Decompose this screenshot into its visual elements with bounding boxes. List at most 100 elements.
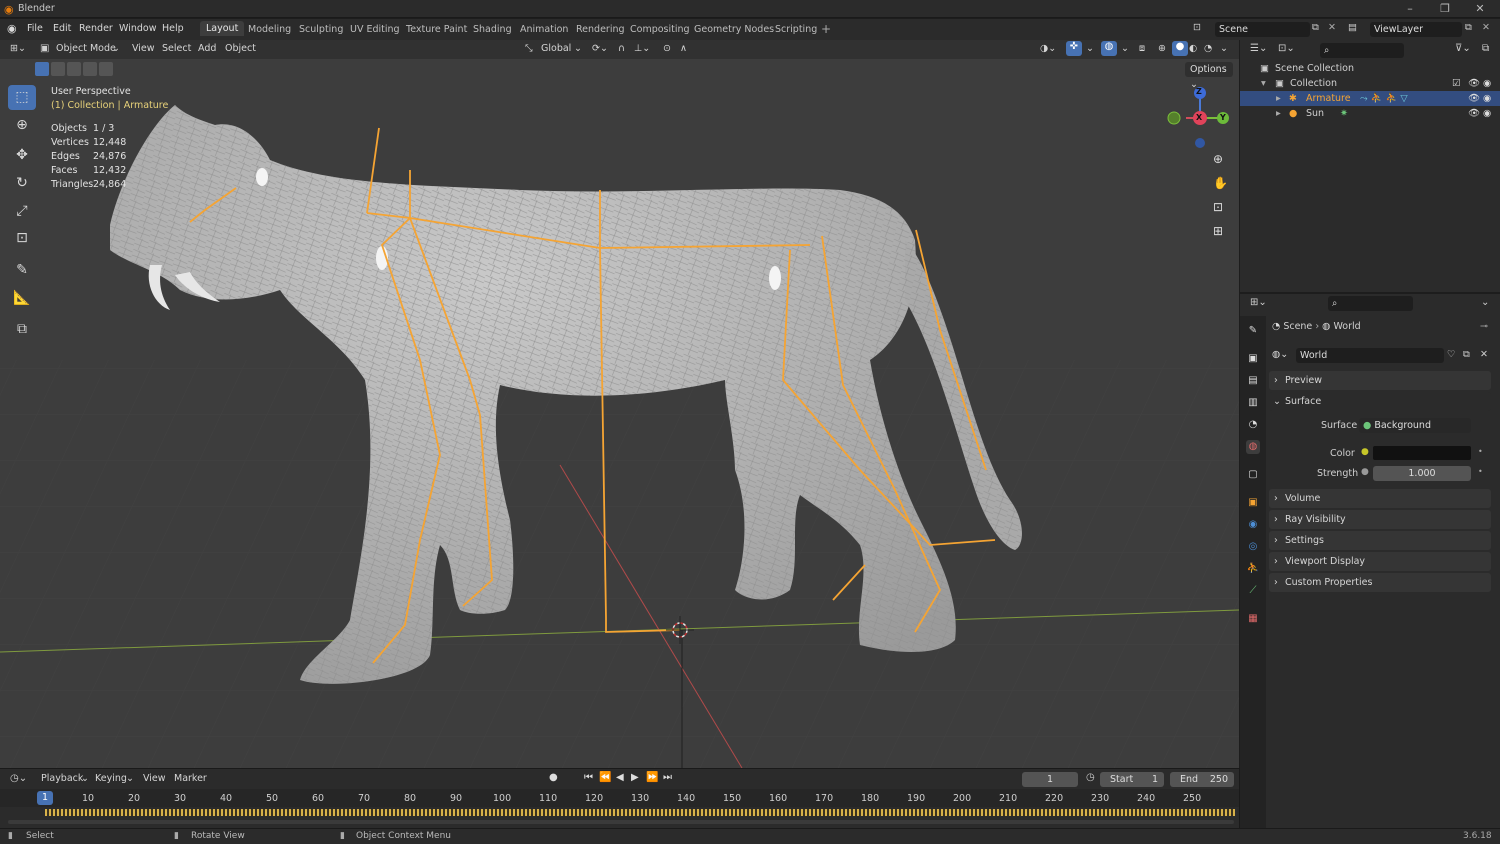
scale-tool[interactable]: ⤢ (8, 199, 36, 224)
scene-tab-icon[interactable]: ◔ (1246, 418, 1260, 432)
current-frame-field[interactable]: 1 (1022, 772, 1078, 787)
snap-target-icon[interactable]: ⊥⌄ (634, 43, 650, 54)
gizmo-toggle-icon[interactable]: ✜ (1066, 41, 1082, 56)
camera-icon[interactable]: ◉ (1483, 76, 1491, 91)
material-shading-icon[interactable]: ◐ (1189, 43, 1197, 54)
solid-shading-icon[interactable]: ● (1172, 41, 1188, 56)
chevron-down-icon[interactable]: ⌄ (1086, 43, 1094, 54)
camera-view-icon[interactable]: ⊡ (1213, 200, 1223, 214)
3d-viewport[interactable] (0, 40, 1239, 768)
workspace-tab-animation[interactable]: Animation (520, 24, 568, 35)
add-workspace-icon[interactable]: + (821, 22, 831, 36)
expand-arrow-icon[interactable]: ▾ (1261, 76, 1266, 91)
world-type-icon[interactable]: ◍⌄ (1272, 349, 1288, 360)
display-mode-icon[interactable]: ⊡⌄ (1278, 43, 1295, 54)
menu-object[interactable]: Object (225, 43, 256, 54)
select-new-icon[interactable] (35, 62, 49, 76)
jump-keyframe-back-icon[interactable]: ⏪ (599, 772, 611, 783)
strength-field[interactable]: 1.000 (1373, 466, 1471, 481)
viewport-scene[interactable] (0, 40, 1239, 768)
workspace-tab-sculpting[interactable]: Sculpting (299, 24, 343, 35)
select-extend-icon[interactable] (51, 62, 65, 76)
outliner-row-collection[interactable]: ▾ ▣ Collection ☑ 👁 ◉ (1240, 76, 1500, 91)
overlay-toggle-icon[interactable]: ◍ (1101, 41, 1117, 56)
close-icon[interactable]: ✕ (1470, 2, 1490, 16)
eye-icon[interactable]: 👁 (1468, 76, 1480, 91)
stopwatch-icon[interactable]: ◷ (1086, 772, 1095, 783)
section-preview[interactable]: › Preview (1269, 371, 1491, 390)
measure-tool[interactable]: 📐 (8, 286, 36, 311)
section-volume[interactable]: › Volume (1269, 489, 1491, 508)
menu-select[interactable]: Select (162, 43, 191, 54)
breadcrumb-item[interactable]: Scene (1283, 321, 1312, 332)
texture-tab-icon[interactable]: ▦ (1246, 612, 1260, 626)
pin-icon[interactable]: ⊸ (1480, 321, 1488, 332)
fake-user-icon[interactable]: ♡ (1447, 349, 1456, 360)
keyframe-track[interactable] (45, 809, 1235, 816)
workspace-tab-compositing[interactable]: Compositing (630, 24, 690, 35)
expand-arrow-icon[interactable]: ▸ (1276, 91, 1281, 106)
menu-playback[interactable]: Playback (41, 773, 83, 784)
end-frame-field[interactable]: End 250 (1170, 772, 1234, 787)
world-tab-icon[interactable]: ◍ (1246, 440, 1260, 454)
physics-tab-icon[interactable]: ◎ (1246, 540, 1260, 554)
menu-edit[interactable]: Edit (53, 23, 71, 34)
keyframe-dot-icon[interactable]: • (1478, 447, 1483, 456)
add-cube-tool[interactable]: ⧉ (8, 317, 36, 342)
select-invert-icon[interactable] (83, 62, 97, 76)
wireframe-shading-icon[interactable]: ⊕ (1158, 43, 1166, 54)
workspace-tab-uv-editing[interactable]: UV Editing (350, 24, 400, 35)
object-mode-dropdown[interactable]: Object Mode (56, 43, 116, 54)
timeline-scrollbar[interactable] (8, 820, 1234, 824)
play-reverse-icon[interactable]: ◀ (616, 772, 624, 783)
workspace-tab-modeling[interactable]: Modeling (248, 24, 291, 35)
transform-orientation-dropdown[interactable]: Global (541, 43, 571, 54)
view-layer-selector[interactable]: ViewLayer (1370, 22, 1462, 37)
filter-icon[interactable]: ⊽⌄ (1455, 43, 1471, 54)
unlink-icon[interactable]: ✕ (1480, 349, 1488, 360)
section-surface[interactable]: ⌄ Surface (1269, 392, 1491, 411)
start-frame-field[interactable]: Start 1 (1100, 772, 1164, 787)
camera-icon[interactable]: ◉ (1483, 91, 1491, 106)
surface-shader-selector[interactable]: ● Background (1359, 418, 1471, 433)
menu-view[interactable]: View (132, 43, 155, 54)
annotate-tool[interactable]: ✎ (8, 258, 36, 283)
workspace-tab-geometry-nodes[interactable]: Geometry Nodes (694, 24, 774, 35)
rotate-tool[interactable]: ↻ (8, 171, 36, 196)
pan-hand-icon[interactable]: ✋ (1213, 176, 1228, 190)
workspace-tab-shading[interactable]: Shading (473, 24, 512, 35)
chevron-down-icon[interactable]: ⌄ (1481, 297, 1489, 308)
visibility-icon[interactable]: ◑⌄ (1040, 43, 1056, 54)
chevron-down-icon[interactable]: ⌄ (1220, 43, 1228, 54)
output-tab-icon[interactable]: ▤ (1246, 374, 1260, 388)
scene-type-icon[interactable]: ⊡ (1193, 22, 1201, 33)
menu-keying[interactable]: Keying (95, 773, 127, 784)
jump-keyframe-forward-icon[interactable]: ⏩ (646, 772, 658, 783)
view-layer-tab-icon[interactable]: ▥ (1246, 396, 1260, 410)
render-tab-icon[interactable]: ▣ (1246, 352, 1260, 366)
new-scene-icon[interactable]: ⧉ (1312, 22, 1319, 33)
gizmo-neg-y-axis[interactable] (1167, 111, 1181, 125)
menu-window[interactable]: Window (119, 23, 156, 34)
jump-start-icon[interactable]: ⏮ (584, 772, 593, 783)
world-name-field[interactable]: World (1296, 348, 1444, 363)
new-collection-icon[interactable]: ⧉ (1482, 43, 1489, 54)
select-intersect-icon[interactable] (99, 62, 113, 76)
workspace-tab-scripting[interactable]: Scripting (775, 24, 817, 35)
color-swatch[interactable] (1373, 446, 1471, 460)
record-icon[interactable]: ● (549, 772, 558, 783)
select-subtract-icon[interactable] (67, 62, 81, 76)
ortho-toggle-icon[interactable]: ⊞ (1213, 224, 1223, 238)
outliner-row-armature[interactable]: ▸ ✱ Armature ⤳ ⛹ ⛹ ▽ 👁 ◉ (1240, 91, 1500, 106)
keyframe-dot-icon[interactable]: • (1478, 467, 1483, 476)
outliner-row-scene-collection[interactable]: ▣ Scene Collection (1240, 61, 1500, 76)
checkbox-icon[interactable]: ☑ (1452, 76, 1461, 91)
chevron-down-icon[interactable]: ⌄ (1121, 43, 1129, 54)
view-layer-icon[interactable]: ▤ (1348, 22, 1357, 33)
editor-type-icon[interactable]: ⊞⌄ (10, 43, 26, 54)
transform-tool[interactable]: ⊡ (8, 226, 36, 251)
new-view-layer-icon[interactable]: ⧉ (1465, 22, 1472, 33)
section-viewport-display[interactable]: › Viewport Display (1269, 552, 1491, 571)
delete-view-layer-icon[interactable]: ✕ (1482, 22, 1490, 33)
timeline-editor-type-icon[interactable]: ◷⌄ (10, 773, 27, 784)
